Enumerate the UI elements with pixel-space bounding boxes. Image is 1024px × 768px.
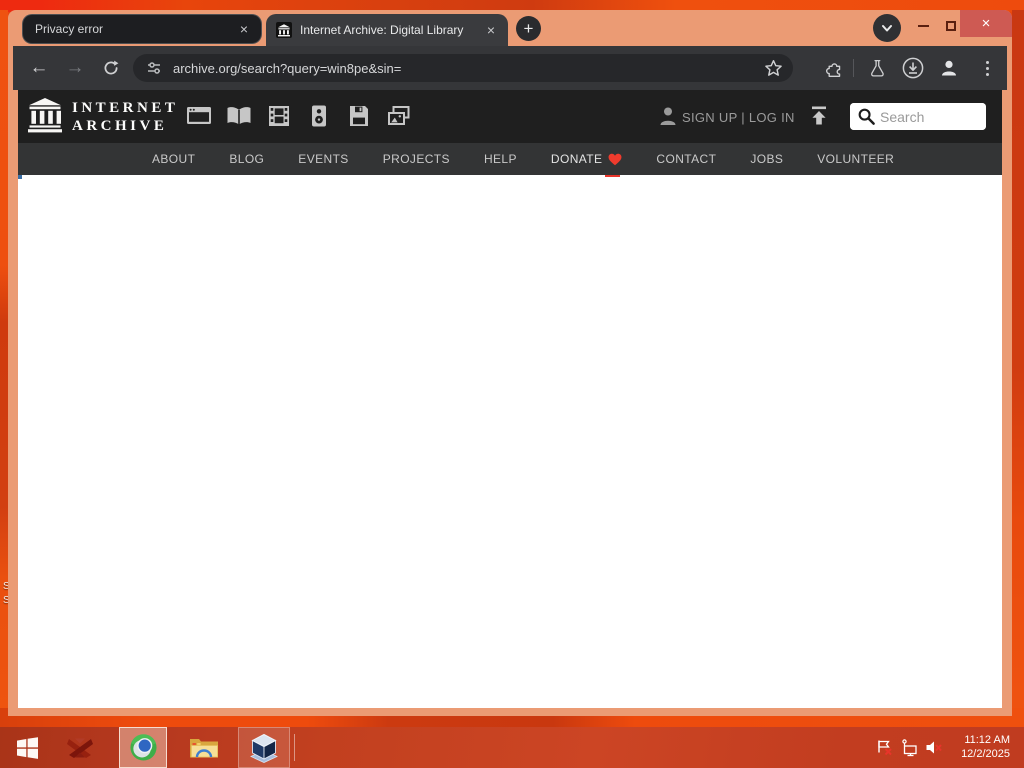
brand-wordmark[interactable]: INTERNET ARCHIVE <box>72 99 178 136</box>
forward-button[interactable]: → <box>61 54 89 82</box>
taskbar-virtualbox-button[interactable] <box>238 727 290 768</box>
clock-time: 11:12 AM <box>964 734 1010 746</box>
tab-privacy-error[interactable]: Privacy error × <box>22 14 262 44</box>
nav-item-help[interactable]: HELP <box>484 152 517 166</box>
virtualbox-icon <box>250 733 278 763</box>
texts-icon[interactable] <box>226 104 252 128</box>
archive-header: INTERNET ARCHIVE SIGN UP | LOG IN Search <box>18 90 1002 143</box>
tab-title: Internet Archive: Digital Library <box>300 23 464 37</box>
reload-button[interactable] <box>97 54 125 82</box>
tab-strip: Privacy error × Internet Archive: Digita… <box>8 10 1012 46</box>
reload-icon <box>104 60 119 75</box>
profile-icon <box>942 60 956 76</box>
address-bar[interactable]: archive.org/search?query=win8pe&sin= <box>133 54 793 82</box>
forward-icon: → <box>65 57 85 78</box>
browser-window: Privacy error × Internet Archive: Digita… <box>8 10 1012 716</box>
downloads-button[interactable] <box>899 54 927 82</box>
archive-navbar: ABOUT BLOG EVENTS PROJECTS HELP DONATE C… <box>18 143 1002 177</box>
audio-icon[interactable] <box>306 104 332 128</box>
file-explorer-icon <box>190 738 218 757</box>
nav-item-donate[interactable]: DONATE <box>550 152 623 177</box>
windows-logo-icon <box>16 736 38 759</box>
taskbar-clock[interactable]: 11:12 AM 12/2/2025 <box>940 733 1010 761</box>
close-icon: × <box>981 15 991 32</box>
action-center-flag-icon[interactable] <box>875 738 894 757</box>
nav-item-about[interactable]: ABOUT <box>152 152 195 166</box>
download-icon <box>902 57 924 79</box>
desktop-wallpaper <box>1012 10 1024 720</box>
screen: S S Privacy error × Internet Archive: Di <box>0 0 1024 768</box>
upload-icon[interactable] <box>808 105 830 126</box>
archive-favicon-icon <box>276 22 292 38</box>
media-type-nav <box>186 104 412 128</box>
render-artifact <box>18 175 22 179</box>
flask-icon <box>871 59 884 77</box>
network-icon[interactable] <box>900 738 919 757</box>
web-icon[interactable] <box>186 104 212 128</box>
profile-button[interactable] <box>935 54 963 82</box>
extensions-puzzle-icon <box>825 62 840 77</box>
taskbar-divider <box>294 734 295 761</box>
back-icon: ← <box>29 57 49 78</box>
toolbar-divider <box>853 59 854 77</box>
start-button[interactable] <box>6 727 48 768</box>
red-ribbon-app-icon <box>67 738 93 758</box>
clock-date: 12/2/2025 <box>961 748 1010 760</box>
taskbar: 11:12 AM 12/2/2025 <box>0 727 1024 768</box>
webpage-content: INTERNET ARCHIVE SIGN UP | LOG IN Search… <box>18 90 1002 708</box>
software-icon[interactable] <box>346 104 372 128</box>
browser-menu-button[interactable] <box>973 54 1001 82</box>
back-button[interactable]: ← <box>25 54 53 82</box>
site-info-icon[interactable] <box>145 59 163 77</box>
user-icon <box>660 107 676 125</box>
tab-search-button[interactable] <box>873 14 901 42</box>
nav-item-contact[interactable]: CONTACT <box>656 152 716 166</box>
nav-item-projects[interactable]: PROJECTS <box>383 152 450 166</box>
donate-underline <box>604 175 620 177</box>
nav-item-jobs[interactable]: JOBS <box>750 152 783 166</box>
nav-item-events[interactable]: EVENTS <box>298 152 348 166</box>
window-close-button[interactable]: × <box>960 10 1012 37</box>
nav-item-blog[interactable]: BLOG <box>229 152 264 166</box>
tab-internet-archive[interactable]: Internet Archive: Digital Library × <box>266 14 508 46</box>
chrome-icon <box>129 734 157 761</box>
nav-item-volunteer[interactable]: VOLUNTEER <box>817 152 894 166</box>
chevron-down-icon <box>882 25 892 32</box>
maximize-icon <box>946 21 956 31</box>
donate-label: DONATE <box>550 152 603 166</box>
tab-title: Privacy error <box>35 22 104 36</box>
minimize-icon <box>917 25 929 27</box>
taskbar-explorer-button[interactable] <box>180 727 228 768</box>
tab-close-icon[interactable]: × <box>235 20 253 38</box>
tab-close-icon[interactable]: × <box>482 21 500 39</box>
brand-line-1: INTERNET <box>72 100 179 116</box>
video-icon[interactable] <box>266 104 292 128</box>
bookmark-star-icon <box>764 59 782 76</box>
minimize-button[interactable] <box>910 14 936 38</box>
desktop-wallpaper <box>0 10 8 720</box>
url-text: archive.org/search?query=win8pe&sin= <box>173 60 402 76</box>
new-tab-button[interactable]: + <box>516 16 541 41</box>
brand-line-2: ARCHIVE <box>72 118 168 135</box>
heart-icon <box>608 153 622 165</box>
taskbar-chrome-button[interactable] <box>119 727 167 768</box>
bookmark-button[interactable] <box>759 54 787 82</box>
plus-icon: + <box>523 18 534 38</box>
search-input[interactable] <box>850 103 986 130</box>
browser-toolbar: ← → archive.org/search?query=win8pe&sin= <box>13 46 1007 90</box>
images-icon[interactable] <box>386 104 412 128</box>
extensions-button[interactable] <box>819 54 847 82</box>
signup-login-link[interactable]: SIGN UP | LOG IN <box>682 110 795 125</box>
internet-archive-logo-icon[interactable] <box>28 97 62 135</box>
site-search-box <box>850 103 986 130</box>
experiments-button[interactable] <box>863 54 891 82</box>
taskbar-app-button[interactable] <box>58 727 102 768</box>
menu-dots-icon <box>985 60 989 76</box>
